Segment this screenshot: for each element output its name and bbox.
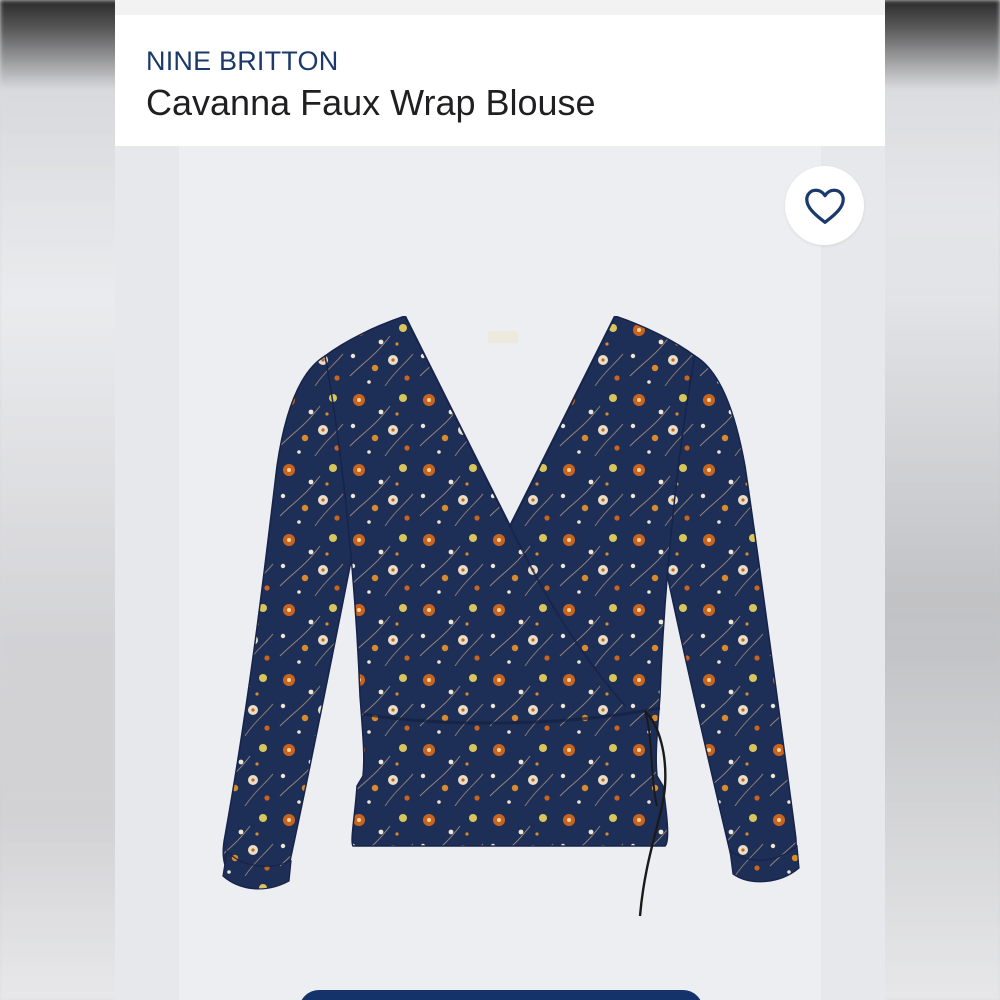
product-title: Cavanna Faux Wrap Blouse xyxy=(146,82,596,123)
image-rail-right xyxy=(821,146,885,1000)
top-strip xyxy=(115,0,885,15)
product-header: NINE BRITTON Cavanna Faux Wrap Blouse xyxy=(115,15,885,123)
heart-outline-icon xyxy=(804,188,845,224)
image-rail-left xyxy=(115,146,179,1000)
product-screen: NINE BRITTON Cavanna Faux Wrap Blouse xyxy=(115,0,885,1000)
brand-name[interactable]: NINE BRITTON xyxy=(146,45,885,77)
add-to-cart-button[interactable] xyxy=(299,990,703,1000)
blouse-product-image xyxy=(222,316,800,917)
blurred-background-left xyxy=(0,0,115,1000)
product-image-area[interactable] xyxy=(115,146,885,1000)
favorite-button[interactable] xyxy=(785,166,864,245)
blurred-background-right xyxy=(885,0,1000,1000)
